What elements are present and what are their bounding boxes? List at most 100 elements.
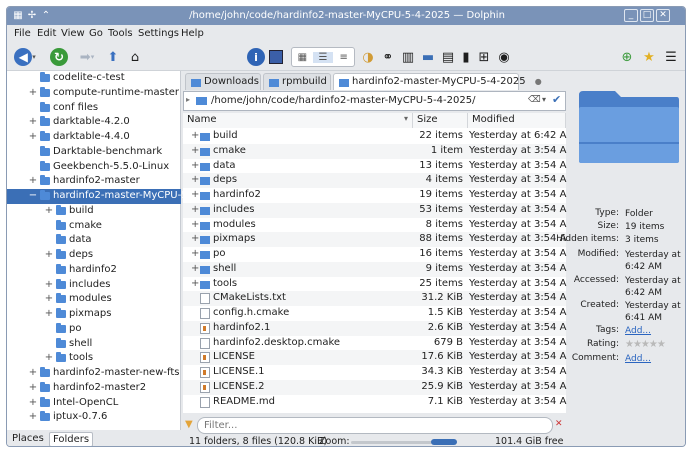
table-row[interactable]: + po 16 items Yesterday at 3:54 AM xyxy=(183,247,575,262)
table-row[interactable]: + hardinfo2 19 items Yesterday at 3:54 AM xyxy=(183,188,575,203)
sidebar-item[interactable]: + pixmaps xyxy=(7,307,181,322)
expand-icon[interactable]: + xyxy=(28,87,38,98)
expand-icon[interactable]: + xyxy=(44,352,54,363)
expand-icon[interactable]: + xyxy=(28,382,38,393)
expand-icon[interactable]: + xyxy=(191,204,199,215)
folders-panel[interactable]: + iptux-0.7.6 + Intel-OpenCL + hardinfo2-mast… xyxy=(7,71,227,446)
location-input[interactable]: /home/john/code/hardinfo2-master-MyCPU-5… xyxy=(211,95,475,106)
add-link[interactable]: Add... xyxy=(625,325,685,337)
column-header-name[interactable]: Name ▾ xyxy=(183,113,413,128)
rating-stars[interactable]: ★★★★★ xyxy=(625,339,666,350)
sidebar-item[interactable]: Darktable-benchmark xyxy=(7,145,181,160)
expand-icon[interactable]: + xyxy=(191,174,199,185)
expand-icon[interactable]: + xyxy=(191,233,199,244)
expand-icon[interactable]: + xyxy=(28,175,38,186)
expand-icon[interactable]: + xyxy=(28,131,38,142)
icons-view-icon[interactable]: ▦ xyxy=(292,52,313,63)
table-row[interactable]: + shell 9 items Yesterday at 3:54 AM xyxy=(183,261,575,277)
expand-icon[interactable]: + xyxy=(44,249,54,260)
places-dropdown-icon[interactable]: ▸ xyxy=(186,95,190,104)
sidebar-item[interactable]: + hardinfo2-master xyxy=(7,174,181,189)
sidebar-item[interactable]: + darktable-4.4.0 xyxy=(7,130,181,145)
new-folder-button[interactable]: ⊕ xyxy=(617,47,637,67)
forward-dropdown-icon[interactable]: ▾ xyxy=(91,53,95,61)
tab-folders[interactable]: Folders xyxy=(49,432,94,446)
table-row[interactable]: LICENSE 17.6 KiB Yesterday at 3:54 AM xyxy=(183,350,575,366)
hamburger-button[interactable]: ☰ xyxy=(661,47,681,67)
expand-icon[interactable]: + xyxy=(191,145,199,156)
sidebar-item[interactable]: codelite-c-test xyxy=(7,71,181,86)
minimize-button[interactable]: _ xyxy=(624,9,638,22)
sidebar-item[interactable]: + build xyxy=(7,204,181,219)
sidebar-item[interactable]: + includes xyxy=(7,278,181,293)
expand-icon[interactable]: + xyxy=(28,411,38,422)
expand-icon[interactable]: + xyxy=(191,278,199,289)
expand-icon[interactable]: + xyxy=(28,116,38,127)
title-bar[interactable]: ▦ ✢ ⌃ /home/john/code/hardinfo2-master-M… xyxy=(7,7,685,25)
zoom-slider-handle[interactable] xyxy=(431,439,457,445)
table-row[interactable]: + pixmaps 88 items Yesterday at 3:54 AM xyxy=(183,232,575,248)
expand-icon[interactable]: + xyxy=(191,160,199,171)
properties-button[interactable]: ▤ xyxy=(439,47,457,67)
sidebar-item[interactable]: cmake xyxy=(7,219,181,234)
sidebar-item[interactable]: + iptux-0.7.6 xyxy=(7,410,181,425)
table-row[interactable]: LICENSE.2 25.9 KiB Yesterday at 3:54 AM xyxy=(183,379,575,395)
table-row[interactable]: CMakeLists.txt 31.2 KiB Yesterday at 3:54 … xyxy=(183,291,575,307)
filter-input[interactable]: Filter... xyxy=(197,417,553,434)
sidebar-item[interactable]: + modules xyxy=(7,292,181,307)
sidebar-item[interactable]: + hardinfo2-master2 xyxy=(7,381,181,396)
sidebar-item[interactable]: − hardinfo2-master-MyCPU-5-4-2025 xyxy=(7,189,227,204)
expand-icon[interactable]: + xyxy=(44,293,54,304)
maximize-button[interactable]: □ xyxy=(640,9,654,22)
menu-go[interactable]: Go xyxy=(89,28,103,39)
table-row[interactable]: + deps 4 items Yesterday at 3:54 AM xyxy=(183,173,575,189)
table-row[interactable]: config.h.cmake 1.5 KiB Yesterday at 3:54 A… xyxy=(183,306,575,321)
expand-icon[interactable]: + xyxy=(44,279,54,290)
split-button[interactable]: ▥ xyxy=(399,47,417,67)
table-row[interactable]: README.md 7.1 KiB Yesterday at 3:54 AM xyxy=(183,395,575,410)
menu-view[interactable]: View xyxy=(61,28,85,39)
sidebar-item[interactable]: + deps xyxy=(7,248,181,263)
tab-downloads[interactable]: Downloads xyxy=(185,73,261,90)
table-row[interactable]: + includes 53 items Yesterday at 3:54 AM xyxy=(183,202,575,218)
expand-icon[interactable]: + xyxy=(44,205,54,216)
home-button[interactable]: ⌂ xyxy=(125,47,145,67)
sidebar-item[interactable]: shell xyxy=(7,337,181,352)
sidebar-item[interactable]: + hardinfo2-master-new-fts xyxy=(7,366,181,381)
tab-hardinfo2[interactable]: hardinfo2-master-MyCPU-5-4-2025 ● xyxy=(333,73,542,90)
column-header-modified[interactable]: Modified xyxy=(468,113,566,128)
sidebar-item[interactable]: + compute-runtime-master xyxy=(7,86,181,101)
location-bar[interactable]: ▸ /home/john/code/hardinfo2-master-MyCPU… xyxy=(183,91,566,111)
expand-icon[interactable]: + xyxy=(28,397,38,408)
expand-icon[interactable]: − xyxy=(28,190,38,201)
table-row[interactable]: + tools 25 items Yesterday at 3:54 AM xyxy=(183,277,575,292)
sidebar-item[interactable]: + darktable-4.2.0 xyxy=(7,115,181,130)
sidebar-item[interactable]: Geekbench-5.5.0-Linux xyxy=(7,160,181,175)
sidebar-item[interactable]: + tools xyxy=(7,351,181,366)
sidebar-item[interactable]: + Intel-OpenCL xyxy=(7,396,181,411)
show-hidden-button[interactable]: ◉ xyxy=(495,47,513,67)
preview-button[interactable]: ◑ xyxy=(359,47,377,67)
expand-icon[interactable]: + xyxy=(191,248,199,259)
reload-button[interactable]: ↻ xyxy=(49,47,69,67)
expand-icon[interactable]: + xyxy=(191,263,199,274)
menu-settings[interactable]: Settings xyxy=(138,28,179,39)
sidebar-item[interactable]: hardinfo2 xyxy=(7,263,181,278)
column-header-size[interactable]: Size xyxy=(413,113,468,128)
clear-location-icon[interactable]: ⌫ xyxy=(528,95,541,105)
table-row[interactable]: LICENSE.1 34.3 KiB Yesterday at 3:54 AM xyxy=(183,365,575,380)
up-button[interactable]: ⬆ xyxy=(103,47,123,67)
forward-button[interactable]: ➡ ▾ xyxy=(73,47,101,67)
favorite-button[interactable]: ★ xyxy=(639,47,659,67)
details-view-icon[interactable]: ≡ xyxy=(333,52,354,63)
expand-icon[interactable]: + xyxy=(191,130,199,141)
expand-icon[interactable]: + xyxy=(191,219,199,230)
panels-button[interactable] xyxy=(267,47,285,67)
info-button[interactable]: i xyxy=(247,47,265,67)
terminal-button[interactable]: ▮ xyxy=(459,47,473,67)
location-button[interactable]: ▬ xyxy=(419,47,437,67)
location-history-icon[interactable]: ▾ xyxy=(542,95,546,104)
menu-file[interactable]: File xyxy=(14,28,31,39)
table-row[interactable]: + cmake 1 item Yesterday at 3:54 AM xyxy=(183,143,575,159)
search-button[interactable]: ⚭ xyxy=(379,47,397,67)
